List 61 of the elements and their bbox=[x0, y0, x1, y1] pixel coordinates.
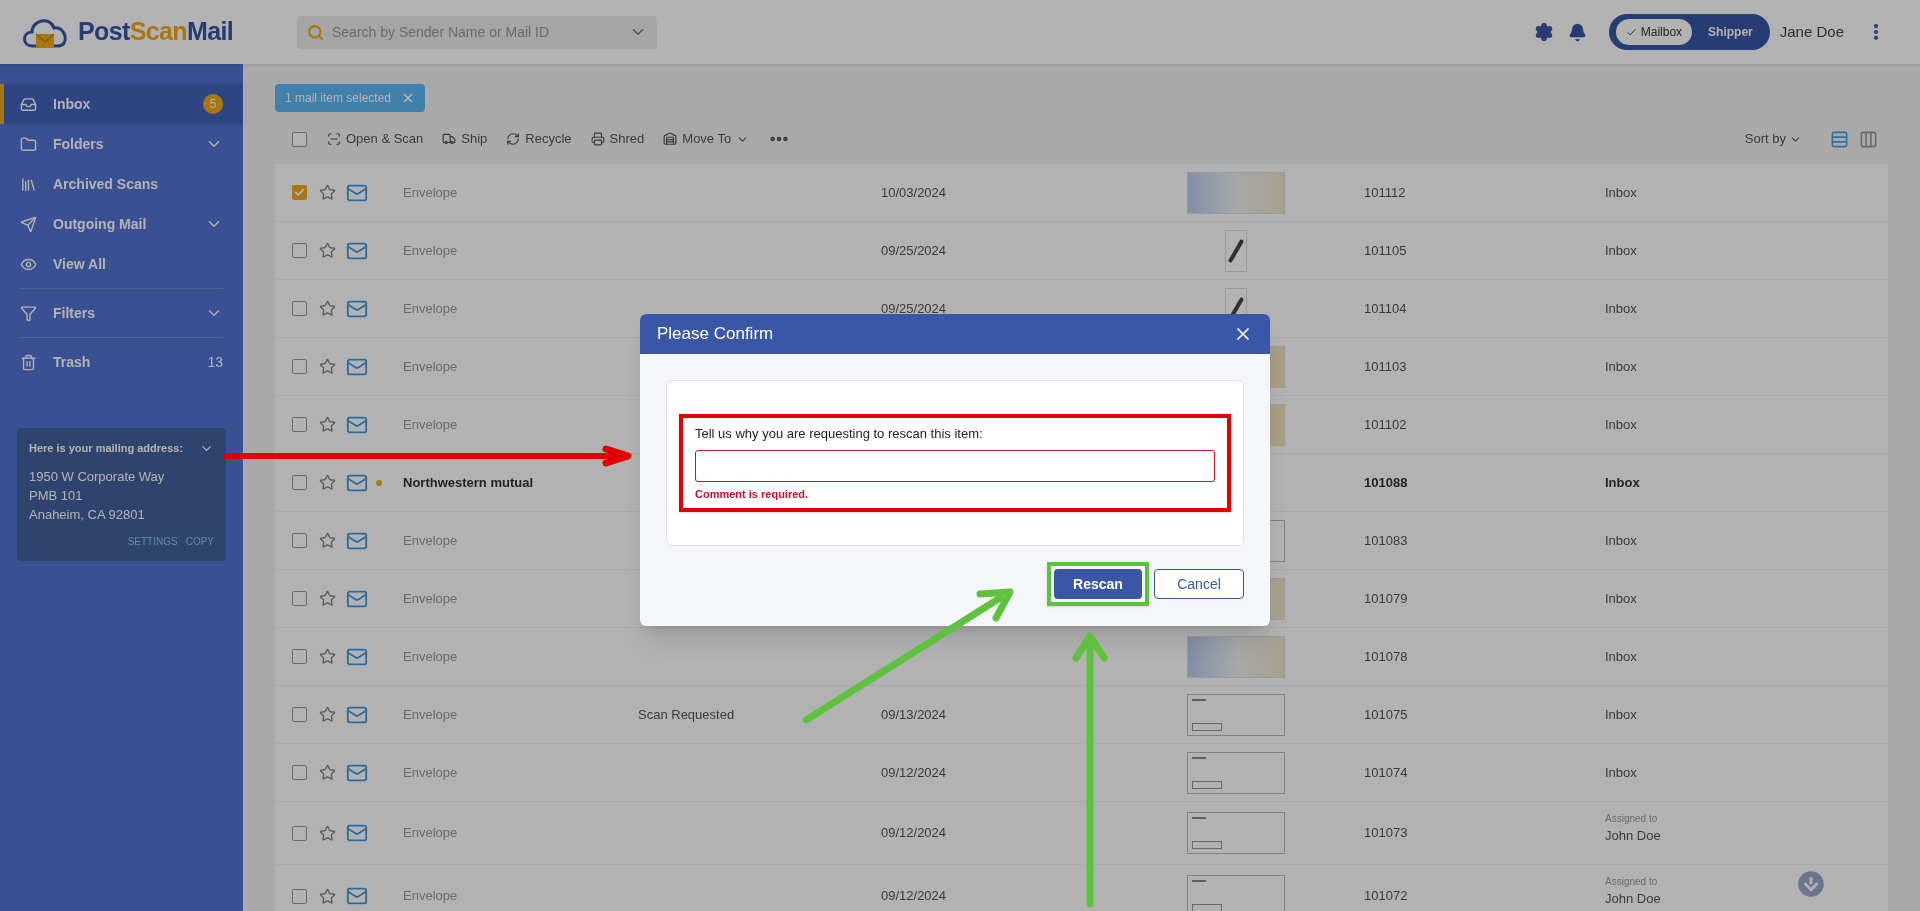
rescan-reason-label: Tell us why you are requesting to rescan this item: bbox=[695, 425, 984, 443]
mail-folder: Inbox bbox=[1605, 473, 1640, 492]
mail-date: 09/25/2024 bbox=[881, 300, 947, 316]
sender-name: Envelope bbox=[403, 764, 458, 780]
mail-date: 10/03/2024 bbox=[881, 184, 947, 200]
sender-name: Envelope bbox=[403, 532, 458, 548]
mail-status: Scan Requested bbox=[638, 706, 735, 722]
mail-id: 101112 bbox=[1364, 184, 1406, 200]
logo-text: Mail bbox=[186, 17, 234, 46]
mail-id: 101075 bbox=[1364, 706, 1408, 722]
mail-date: 09/12/2024 bbox=[881, 888, 947, 904]
sender-name: Envelope bbox=[403, 706, 458, 722]
address-line: 1950 W Corporate Way bbox=[29, 467, 166, 486]
sender-name: Envelope bbox=[403, 888, 458, 904]
mail-date: 09/12/2024 bbox=[881, 825, 947, 841]
address-line: Anaheim, CA 92801 bbox=[29, 505, 146, 524]
sender-name: Envelope bbox=[403, 184, 458, 200]
mail-id: 101079 bbox=[1364, 590, 1408, 606]
validation-error: Comment is required. bbox=[695, 486, 810, 502]
mail-folder: Inbox bbox=[1605, 241, 1637, 260]
sender-name: Envelope bbox=[403, 590, 458, 606]
address-card-title: Here is your mailing address: bbox=[29, 441, 184, 456]
folder-caption: Assigned to bbox=[1605, 812, 1659, 826]
sender-name: Envelope bbox=[403, 825, 458, 841]
mail-folder: John Doe bbox=[1605, 827, 1661, 845]
mail-folder: Inbox bbox=[1605, 357, 1637, 376]
sender-name: Envelope bbox=[403, 648, 458, 664]
mail-id: 101104 bbox=[1364, 300, 1407, 316]
mail-id: 101072 bbox=[1364, 888, 1408, 904]
mail-id: 101074 bbox=[1364, 764, 1408, 780]
unread-count-badge: 5 bbox=[203, 94, 223, 114]
sender-name: Northwestern mutual bbox=[403, 474, 533, 490]
mail-date: 09/13/2024 bbox=[881, 706, 947, 722]
address-line: PMB 101 bbox=[29, 486, 84, 505]
mail-date: 09/25/2024 bbox=[881, 242, 947, 258]
mail-folder: Inbox bbox=[1605, 183, 1637, 202]
mail-folder: Inbox bbox=[1605, 705, 1637, 724]
folder-caption: Assigned to bbox=[1605, 875, 1659, 889]
logo-text: Scan bbox=[129, 17, 187, 46]
sender-name: Envelope bbox=[403, 416, 458, 432]
logo-text: Post bbox=[78, 17, 130, 46]
mail-folder: Inbox bbox=[1605, 647, 1637, 666]
mail-id: 101073 bbox=[1364, 825, 1408, 841]
mail-folder: Inbox bbox=[1605, 763, 1637, 782]
mail-folder: John Doe bbox=[1605, 890, 1661, 908]
mail-folder: Inbox bbox=[1605, 415, 1637, 434]
mail-folder: Inbox bbox=[1605, 531, 1637, 550]
sender-name: Envelope bbox=[403, 242, 458, 258]
mail-id: 101102 bbox=[1364, 416, 1407, 432]
mail-id: 101088 bbox=[1364, 474, 1408, 490]
sender-name: Envelope bbox=[403, 300, 458, 316]
mail-folder: Inbox bbox=[1605, 589, 1637, 608]
mail-folder: Inbox bbox=[1605, 299, 1637, 318]
trash-count: 13 bbox=[207, 352, 223, 372]
mail-id: 101083 bbox=[1364, 532, 1408, 548]
mail-id: 101103 bbox=[1364, 358, 1407, 374]
mail-date: 09/12/2024 bbox=[881, 764, 947, 780]
sender-name: Envelope bbox=[403, 358, 458, 374]
selection-count: 1 mail item selected bbox=[285, 90, 392, 107]
mail-id: 101078 bbox=[1364, 648, 1408, 664]
mail-id: 101105 bbox=[1364, 242, 1407, 258]
